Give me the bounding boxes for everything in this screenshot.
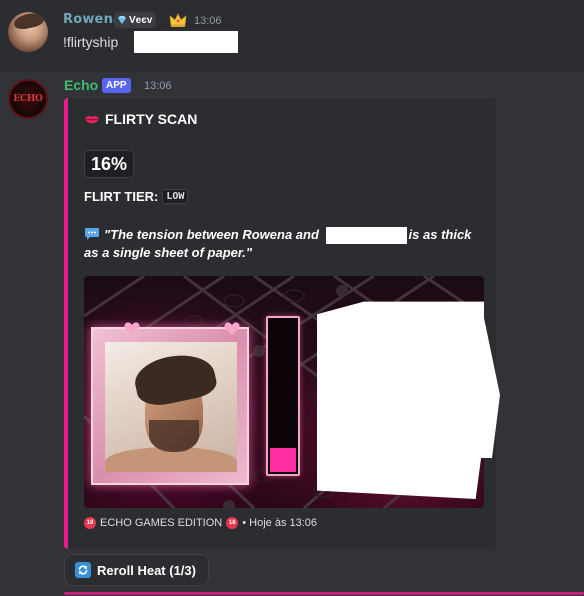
flirt-percent: 16% [84,150,135,178]
embed: FLIRTY SCAN 16% FLIRT TIER: LOW "The ten… [64,98,496,549]
heat-gauge [266,316,300,476]
quote-part-1: "The tension between Rowena and [104,227,319,242]
speech-bubble-icon [85,228,99,240]
redaction-block [326,227,407,244]
ship-image[interactable] [84,276,484,508]
timestamp: 13:06 [194,15,222,27]
tier-label: FLIRT TIER: [84,189,159,204]
next-embed-accent [64,592,584,595]
avatar[interactable] [8,12,48,52]
footer-timestamp: • Hoje às 13:06 [242,517,318,529]
heart-icon [124,322,140,335]
redaction-block [134,31,238,53]
timestamp: 13:06 [144,80,172,92]
embed-footer: 18 ECHO GAMES EDITION 18 • Hoje às 13:06 [84,517,317,529]
server-tag[interactable]: Vеєv [114,12,157,28]
lips-icon [85,115,99,124]
footer-text: ECHO GAMES EDITION [100,517,223,529]
tier-value: LOW [162,189,189,204]
embed-title-text: FLIRTY SCAN [105,111,198,127]
bot-username[interactable]: Echo [64,77,98,93]
tier-row: FLIRT TIER: LOW [84,189,189,204]
age-18-icon: 18 [226,517,239,529]
heart-icon [224,322,240,335]
bot-avatar[interactable]: ECHO [8,79,48,119]
flirt-quote: "The tension between Rowena and is as th… [84,226,474,262]
bot-logo-text: ECHO [13,94,43,104]
crown-icon [169,13,187,27]
app-badge: APP [102,78,131,93]
avatar-frame [91,327,249,485]
user-photo [105,342,237,472]
heat-gauge-fill [270,448,296,472]
embed-title: FLIRTY SCAN [84,111,197,127]
message-content: !flirtyship [63,34,119,50]
quote-part-3: as a single sheet of paper." [84,245,253,260]
chat-view: Rowena Vеєv 13:06 !flirtyship ECHO Echo … [0,0,584,596]
refresh-icon [75,562,91,578]
quote-part-2: is as thick [408,227,472,242]
reroll-label: Reroll Heat (1/3) [97,562,196,578]
redaction-block [317,301,484,499]
reroll-button[interactable]: Reroll Heat (1/3) [64,554,209,586]
gem-icon [118,16,126,24]
message-user: Rowena Vеєv 13:06 !flirtyship [0,0,584,72]
age-18-icon: 18 [84,517,96,529]
server-tag-label: Vеєv [129,14,153,26]
